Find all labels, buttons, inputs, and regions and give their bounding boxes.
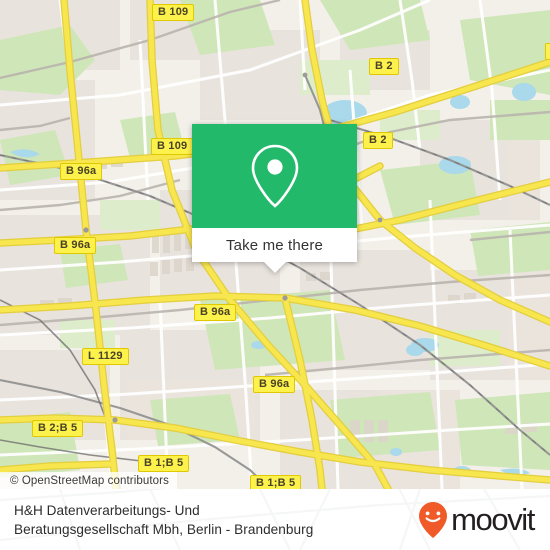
road-shield: B 109 (152, 4, 195, 21)
road-shield: L 1129 (82, 348, 129, 365)
road-shield: B 1;B 5 (250, 475, 302, 489)
place-title-line-2: Beratungsgesellschaft Mbh, Berlin - Bran… (14, 521, 314, 537)
popup-header (192, 124, 357, 228)
popup-pointer-tail (263, 262, 286, 273)
place-title: H&H Datenverarbeitungs- Und Beratungsges… (14, 501, 418, 539)
road-shield: B 96a (253, 376, 296, 393)
popup-action-bar[interactable]: Take me there (192, 228, 357, 262)
moovit-logo[interactable]: moovit (418, 501, 535, 539)
map-viewport[interactable]: B 109 B 2 L B 109 B 2 B 96a B 96a B 96a L 1129 B … (0, 0, 550, 489)
moovit-location-card: B 109 B 2 L B 109 B 2 B 96a B 96a B 96a L 1129 B … (0, 0, 550, 550)
footer-bar: H&H Datenverarbeitungs- Und Beratungsges… (0, 489, 550, 550)
take-me-there-label: Take me there (226, 236, 323, 254)
road-shield: B 2 (369, 58, 399, 75)
road-shield: L (545, 43, 550, 60)
moovit-wordmark: moovit (451, 502, 535, 537)
place-title-line-1: H&H Datenverarbeitungs- Und (14, 502, 200, 518)
road-shield: B 2;B 5 (32, 420, 84, 437)
road-shield: B 96a (60, 163, 103, 180)
road-shield: B 1;B 5 (138, 455, 190, 472)
location-popup[interactable]: Take me there (192, 124, 357, 273)
road-shield: B 96a (54, 237, 97, 254)
road-shield: B 96a (194, 304, 237, 321)
location-pin-icon (251, 144, 298, 208)
road-shield: B 2 (363, 132, 393, 149)
moovit-pin-icon (419, 501, 448, 538)
road-shield: B 109 (151, 138, 194, 155)
osm-attribution[interactable]: © OpenStreetMap contributors (0, 472, 177, 489)
